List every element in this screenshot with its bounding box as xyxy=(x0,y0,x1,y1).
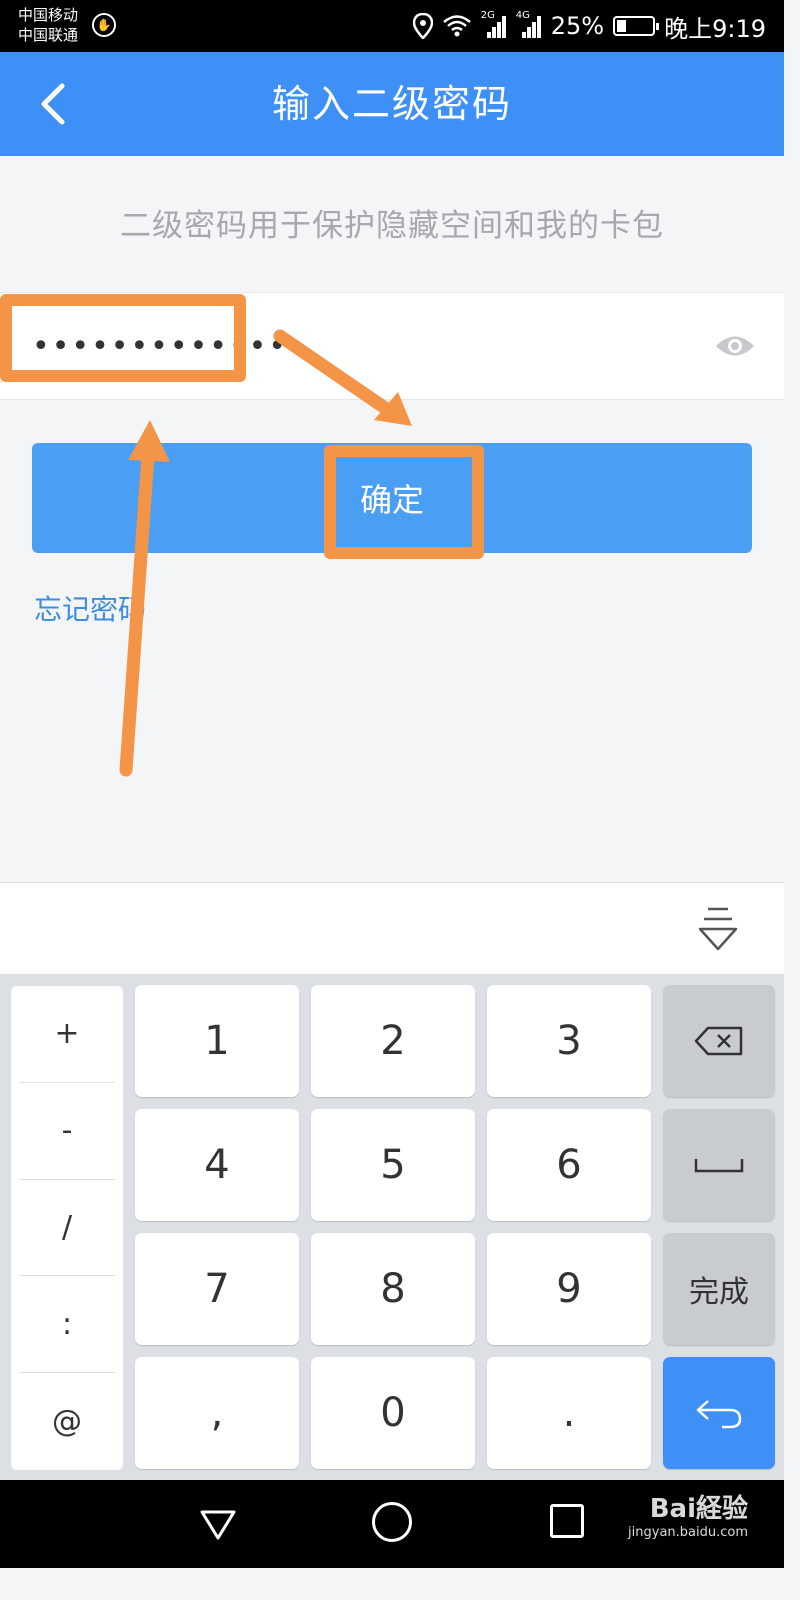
carrier-2: 中国联通 xyxy=(18,26,79,44)
signal-4g-icon: 4G xyxy=(516,10,542,38)
status-indicators: 2G 4G 25% 晚上9:19 xyxy=(412,10,766,43)
wifi-icon xyxy=(442,15,471,37)
watermark: Bai経验 jingyan.baidu.com xyxy=(628,1488,748,1540)
key-5[interactable]: 5 xyxy=(311,1109,475,1221)
confirm-button[interactable]: 确定 xyxy=(32,443,752,553)
forgot-password-link[interactable]: 忘记密码 xyxy=(34,588,146,628)
signal-2g-icon: 2G xyxy=(481,10,507,38)
key-slash[interactable]: / xyxy=(19,1180,115,1277)
numeric-keyboard: + - / : @ 1 2 3 4 5 6 7 8 9 完成 , 0 . xyxy=(0,974,784,1480)
key-9[interactable]: 9 xyxy=(487,1233,651,1345)
space-icon xyxy=(694,1159,744,1173)
key-comma[interactable]: , xyxy=(135,1357,299,1469)
clock: 晚上9:19 xyxy=(664,14,766,43)
eye-icon[interactable] xyxy=(714,331,756,361)
chevron-left-icon[interactable] xyxy=(34,82,78,126)
password-input[interactable] xyxy=(32,323,332,369)
watermark-url: jingyan.baidu.com xyxy=(628,1525,748,1540)
battery-percent: 25% xyxy=(550,12,605,40)
key-8[interactable]: 8 xyxy=(311,1233,475,1345)
key-4[interactable]: 4 xyxy=(135,1109,299,1221)
subtitle-hint: 二级密码用于保护隐藏空间和我的卡包 xyxy=(120,208,664,244)
title-bar: 输入二级密码 xyxy=(0,52,784,156)
battery-fill xyxy=(617,20,626,32)
key-at[interactable]: @ xyxy=(19,1373,115,1470)
carrier-names: 中国移动 中国联通 xyxy=(18,5,78,45)
keyboard-toolbar xyxy=(0,882,784,974)
nav-home-icon[interactable] xyxy=(372,1502,412,1542)
password-row xyxy=(0,292,784,400)
backspace-key[interactable] xyxy=(663,985,775,1097)
key-0[interactable]: 0 xyxy=(311,1357,475,1469)
carrier-1: 中国移动 xyxy=(18,6,79,24)
done-key[interactable]: 完成 xyxy=(663,1233,775,1345)
key-minus[interactable]: - xyxy=(19,1083,115,1180)
space-key[interactable] xyxy=(663,1109,775,1221)
key-7[interactable]: 7 xyxy=(135,1233,299,1345)
key-2[interactable]: 2 xyxy=(311,985,475,1097)
navigation-bar: Bai経验 jingyan.baidu.com xyxy=(0,1480,784,1568)
watermark-brand: Bai経验 xyxy=(649,1494,748,1524)
key-plus[interactable]: + xyxy=(19,986,115,1083)
battery-icon xyxy=(613,16,660,36)
symbol-column: + - / : @ xyxy=(11,986,123,1470)
key-6[interactable]: 6 xyxy=(487,1109,651,1221)
key-period[interactable]: . xyxy=(487,1357,651,1469)
key-3[interactable]: 3 xyxy=(487,985,651,1097)
location-icon xyxy=(412,13,433,39)
collapse-keyboard-icon[interactable] xyxy=(696,905,740,955)
page-title: 输入二级密码 xyxy=(271,82,512,126)
nav-recent-apps-icon[interactable] xyxy=(550,1504,584,1538)
key-colon[interactable]: : xyxy=(19,1276,115,1374)
nav-back-icon[interactable] xyxy=(198,1504,238,1544)
backspace-icon xyxy=(694,1026,743,1056)
hand-icon: ✋ xyxy=(92,13,116,37)
screen: 中国移动 中国联通 ✋ 2G 4G 25% 晚上9:19 输入二级密码 二级密码… xyxy=(0,0,784,1568)
enter-icon xyxy=(696,1400,742,1429)
status-bar: 中国移动 中国联通 ✋ 2G 4G 25% 晚上9:19 xyxy=(0,0,784,52)
enter-key[interactable] xyxy=(663,1357,775,1469)
key-1[interactable]: 1 xyxy=(135,985,299,1097)
